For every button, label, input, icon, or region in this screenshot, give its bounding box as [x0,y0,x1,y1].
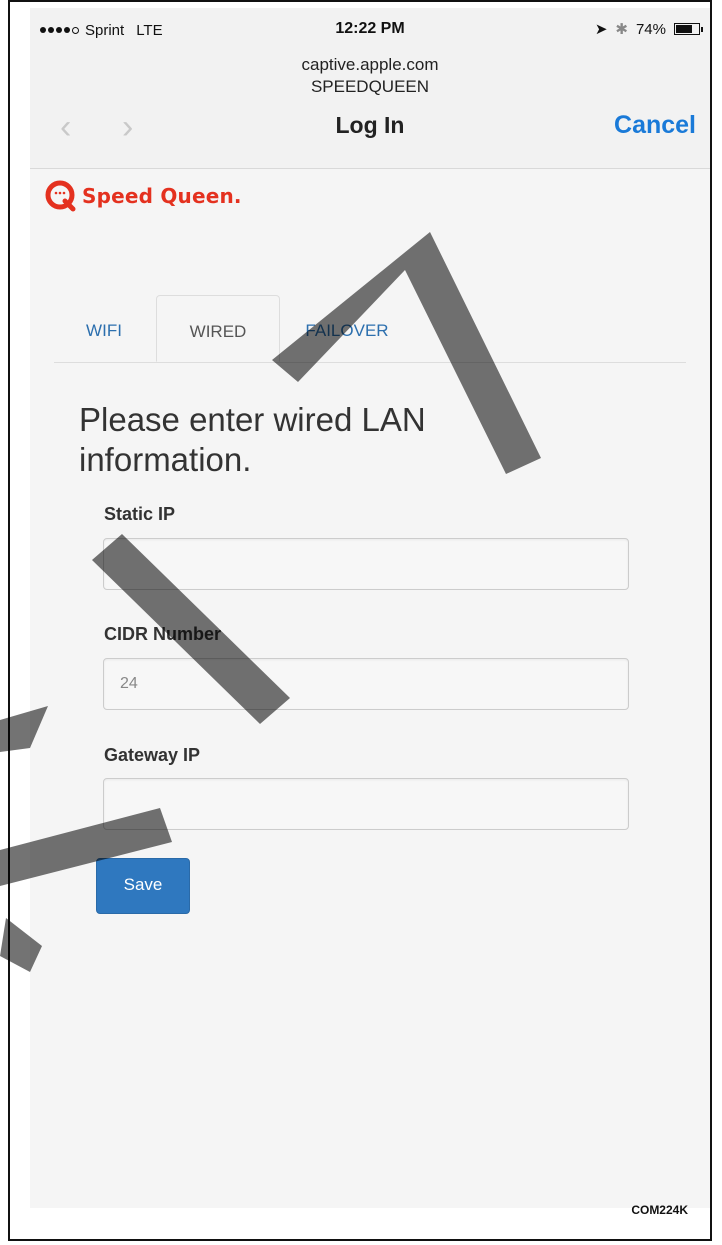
speed-queen-logo-icon [45,180,76,212]
cidr-number-input[interactable]: 24 [103,658,629,710]
page-title: Log In [335,112,405,138]
bluetooth-icon: ✱ [615,21,628,38]
url-host: captive.apple.com [301,55,439,74]
document-frame: Sprint LTE 12:22 PM ➤ ✱ 74% captive.appl… [8,0,712,1241]
status-bar: Sprint LTE 12:22 PM ➤ ✱ 74% [30,18,710,44]
battery-percent: 74% [635,20,666,38]
tab-failover[interactable]: FAILOVER [282,295,412,362]
brand-name: Speed Queen. [82,184,242,208]
battery-icon [674,23,703,35]
static-ip-input[interactable] [103,538,629,590]
nav-bar: ‹ › Log In Cancel [30,106,710,150]
figure-id: COM224K [631,1203,688,1217]
cidr-number-label: CIDR Number [104,624,222,644]
save-button[interactable]: Save [96,858,190,914]
tab-wifi[interactable]: WIFI [54,295,154,362]
url-display: captive.apple.com SPEEDQUEEN [30,54,710,98]
brand-logo: Speed Queen. [44,180,242,212]
phone-screen: Sprint LTE 12:22 PM ➤ ✱ 74% captive.appl… [30,8,710,1208]
status-right: ➤ ✱ 74% [594,20,703,38]
tab-bar: WIFI WIRED FAILOVER [54,295,686,363]
location-arrow-icon: ➤ [594,21,608,38]
gateway-ip-label: Gateway IP [104,745,201,765]
site-name: SPEEDQUEEN [310,77,430,96]
cancel-button[interactable]: Cancel [614,111,696,140]
browser-header: Sprint LTE 12:22 PM ➤ ✱ 74% captive.appl… [30,8,710,169]
static-ip-label: Static IP [104,504,176,524]
tab-wired[interactable]: WIRED [156,295,280,362]
form-heading: Please enter wired LAN information. [79,401,426,478]
gateway-ip-input[interactable] [103,778,629,830]
